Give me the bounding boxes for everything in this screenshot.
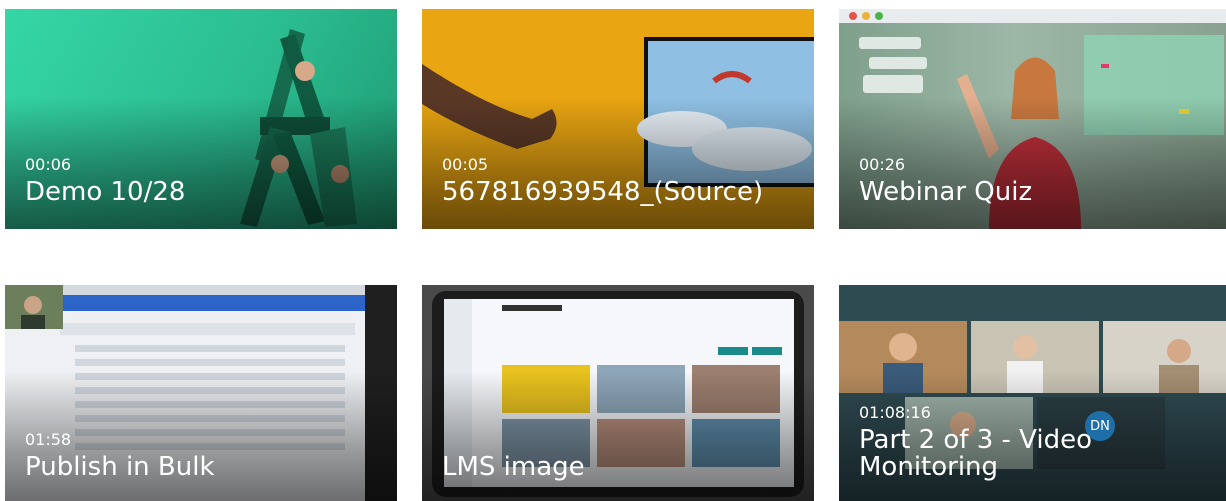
video-title: Part 2 of 3 - Video Monitoring xyxy=(859,425,1093,482)
video-duration: 00:05 xyxy=(442,155,489,174)
media-card-video-monitoring[interactable]: DN 01:08:16 Part 2 of 3 - Video Monitori… xyxy=(839,285,1226,501)
video-duration: 01:58 xyxy=(25,430,72,449)
video-duration: 00:06 xyxy=(25,155,72,174)
media-card-source[interactable]: 00:05 567816939548_(Source) xyxy=(422,9,814,229)
media-card-demo[interactable]: 00:06 Demo 10/28 xyxy=(5,9,397,229)
video-duration: 01:08:16 xyxy=(859,403,931,422)
video-title: Publish in Bulk xyxy=(25,452,215,482)
media-card-webinar-quiz[interactable]: 00:26 Webinar Quiz xyxy=(839,9,1226,229)
media-card-publish-in-bulk[interactable]: 01:58 Publish in Bulk xyxy=(5,285,397,501)
video-title: Webinar Quiz xyxy=(859,177,1033,207)
media-card-lms-image[interactable]: LMS image xyxy=(422,285,814,501)
video-title: Demo 10/28 xyxy=(25,177,186,207)
video-title: 567816939548_(Source) xyxy=(442,177,764,207)
video-title: LMS image xyxy=(442,452,585,482)
video-duration: 00:26 xyxy=(859,155,906,174)
